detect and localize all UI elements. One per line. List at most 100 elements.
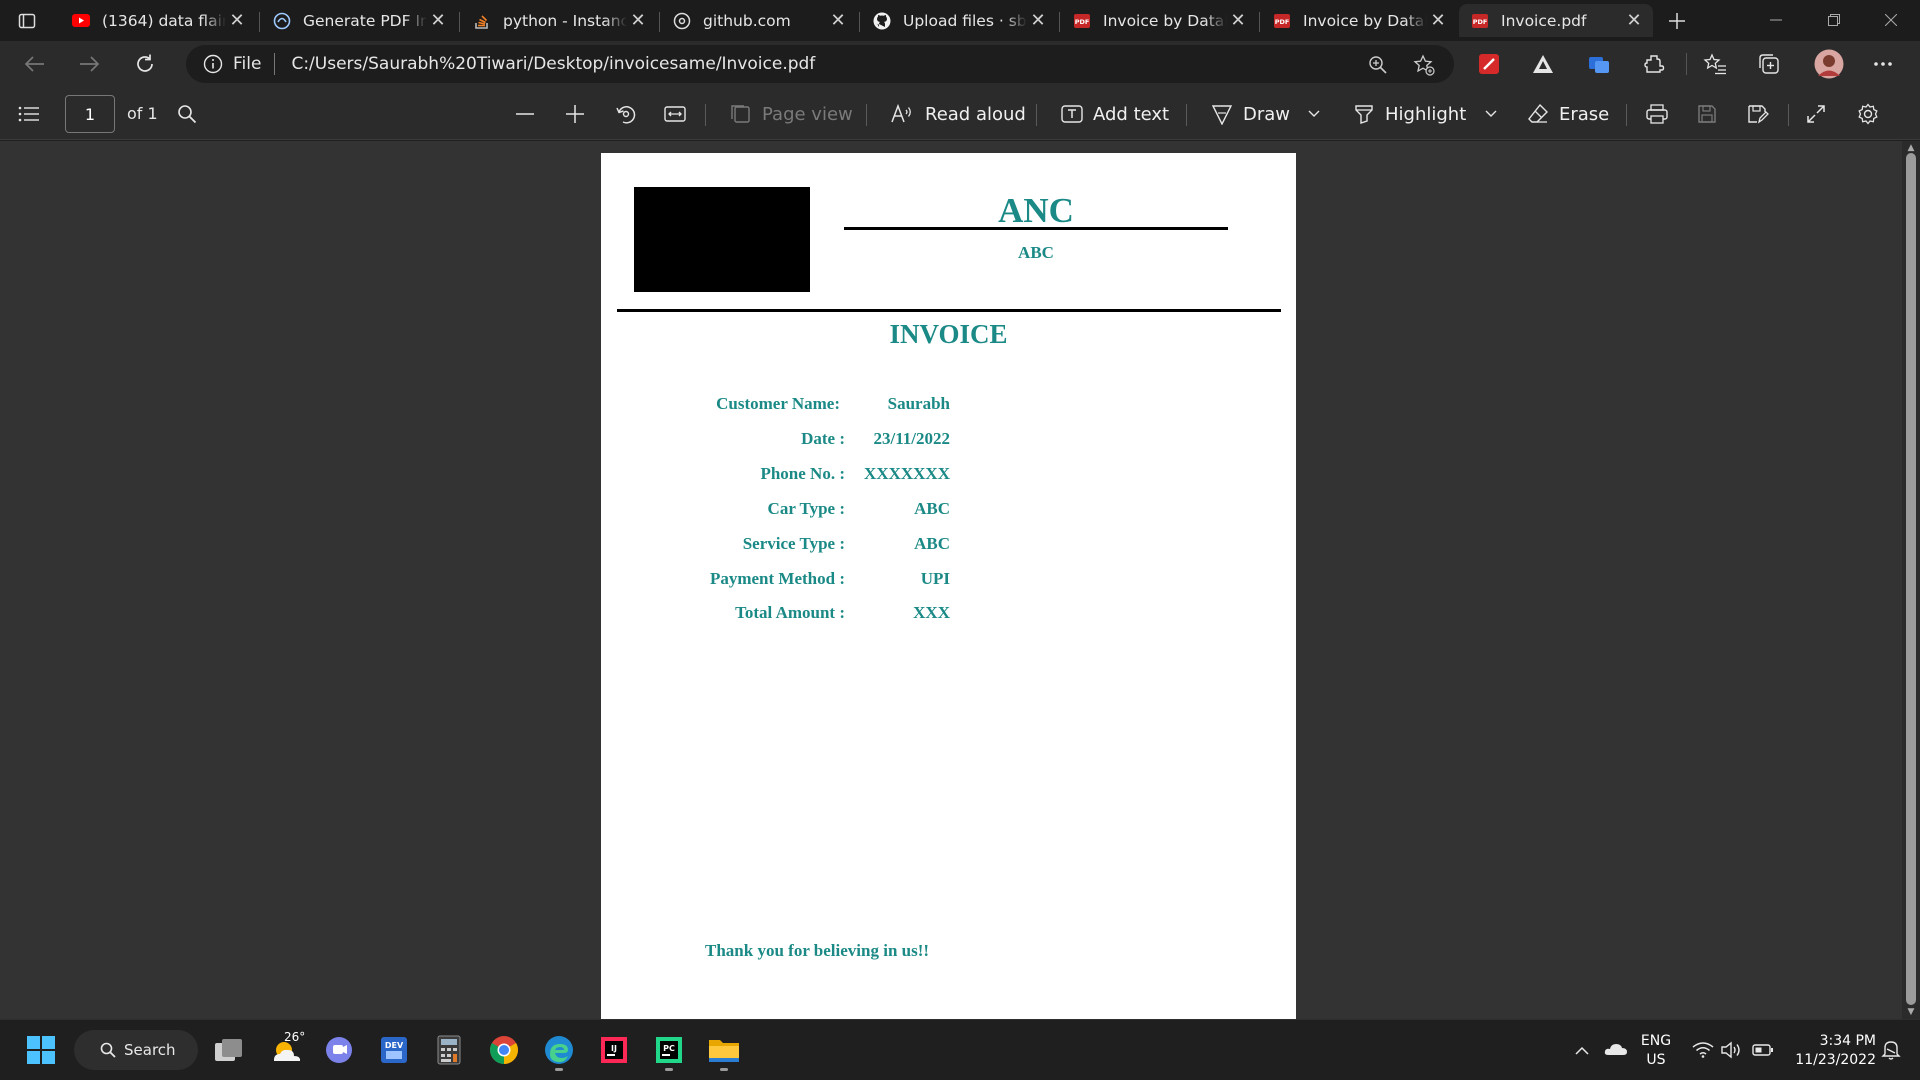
toolbar-divider xyxy=(1186,104,1187,126)
tab-7[interactable]: PDF Invoice by DataFlair ✕ xyxy=(1261,4,1457,37)
svg-text:PC: PC xyxy=(663,1044,675,1053)
intellij-idea-icon[interactable]: IJ xyxy=(593,1029,635,1071)
tab-6[interactable]: PDF Invoice by DataFlair ✕ xyxy=(1061,4,1257,37)
pdf-viewer-canvas[interactable]: ANC ABC INVOICE Customer Name: Saurabh D… xyxy=(0,141,1920,1019)
edge-browser-icon[interactable] xyxy=(538,1029,580,1071)
address-bar[interactable]: File C:/Users/Saurabh%20Tiwari/Desktop/i… xyxy=(186,45,1454,83)
windows-taskbar: Search 26° DEV IJ PC ENG US 3:34 PM 11/2… xyxy=(0,1019,1920,1080)
field-value: Saurabh xyxy=(887,394,950,413)
extension-blue-icon[interactable] xyxy=(1584,49,1614,79)
tab-title: Invoice by DataFlair xyxy=(1103,11,1227,30)
profile-avatar[interactable] xyxy=(1812,47,1846,81)
scroll-up-arrow-icon[interactable]: ▲ xyxy=(1906,143,1916,153)
table-of-contents-icon[interactable] xyxy=(18,98,40,130)
new-tab-icon[interactable] xyxy=(1662,6,1692,36)
close-tab-icon[interactable]: ✕ xyxy=(427,10,449,32)
close-tab-icon[interactable]: ✕ xyxy=(1227,10,1249,32)
clock-time: 3:34 PM xyxy=(1819,1033,1876,1049)
page-number-input[interactable]: 1 xyxy=(65,95,115,133)
close-tab-icon[interactable]: ✕ xyxy=(627,10,649,32)
teams-chat-icon[interactable] xyxy=(318,1029,360,1071)
favorites-icon[interactable] xyxy=(1700,49,1730,79)
close-tab-icon[interactable]: ✕ xyxy=(226,10,248,32)
toolbar-divider xyxy=(1686,53,1687,75)
tab-3[interactable]: python - Instance ✕ xyxy=(461,4,657,37)
close-tab-icon[interactable]: ✕ xyxy=(1427,10,1449,32)
back-arrow-icon[interactable] xyxy=(18,49,52,79)
tab-8-active[interactable]: PDF Invoice.pdf ✕ xyxy=(1459,4,1653,37)
add-text-button[interactable]: Add text xyxy=(1061,98,1169,130)
show-hidden-icons-chevron-up-icon[interactable] xyxy=(1572,1040,1592,1060)
running-indicator xyxy=(665,1068,673,1071)
zoom-in-icon[interactable] xyxy=(565,98,585,130)
address-divider xyxy=(274,53,276,75)
close-tab-icon[interactable]: ✕ xyxy=(1623,10,1645,32)
minimize-icon[interactable] xyxy=(1747,0,1805,40)
tab-title: (1364) data flair tutorial xyxy=(102,11,226,30)
extension-triangle-icon[interactable] xyxy=(1528,49,1558,79)
file-explorer-folder-icon[interactable] xyxy=(703,1029,745,1071)
zoom-out-icon[interactable] xyxy=(515,98,535,130)
rotate-icon[interactable] xyxy=(615,98,637,130)
tab-actions-icon[interactable] xyxy=(14,8,40,34)
scrollbar-thumb[interactable] xyxy=(1906,153,1916,1005)
draw-button[interactable]: Draw xyxy=(1211,98,1290,130)
url-text[interactable]: C:/Users/Saurabh%20Tiwari/Desktop/invoic… xyxy=(291,54,815,74)
close-tab-icon[interactable]: ✕ xyxy=(827,10,849,32)
more-options-icon[interactable] xyxy=(1868,49,1898,79)
task-view-icon[interactable] xyxy=(208,1029,250,1071)
taskbar-search-box[interactable]: Search xyxy=(74,1030,198,1070)
save-as-icon[interactable] xyxy=(1747,98,1769,130)
page-view-button[interactable]: Page view xyxy=(730,98,853,130)
volume-speaker-icon[interactable] xyxy=(1720,1039,1744,1061)
read-aloud-button[interactable]: Read aloud xyxy=(891,98,1026,130)
onedrive-cloud-icon[interactable] xyxy=(1602,1038,1630,1060)
draw-options-chevron-down-icon[interactable] xyxy=(1308,98,1320,130)
wifi-icon[interactable] xyxy=(1691,1039,1715,1061)
find-search-icon[interactable] xyxy=(177,98,197,130)
fit-to-width-icon[interactable] xyxy=(664,98,686,130)
read-aloud-label: Read aloud xyxy=(925,103,1026,125)
restore-icon[interactable] xyxy=(1805,0,1863,40)
collections-icon[interactable] xyxy=(1754,49,1784,79)
tab-1[interactable]: (1364) data flair tutorial ✕ xyxy=(60,4,256,37)
tab-4[interactable]: github.com ✕ xyxy=(661,4,857,37)
scroll-down-arrow-icon[interactable]: ▼ xyxy=(1906,1007,1916,1017)
input-language[interactable]: ENG US xyxy=(1638,1032,1674,1070)
toolbar-divider xyxy=(866,104,867,126)
erase-button[interactable]: Erase xyxy=(1527,98,1609,130)
pycharm-icon[interactable]: PC xyxy=(648,1029,690,1071)
invoice-title: INVOICE xyxy=(889,319,1008,349)
pdf-icon: PDF xyxy=(1273,12,1291,30)
notification-bell-icon[interactable] xyxy=(1878,1038,1904,1062)
forward-arrow-icon[interactable] xyxy=(72,49,106,79)
add-favorite-icon[interactable] xyxy=(1412,53,1436,77)
system-clock[interactable]: 3:34 PM 11/23/2022 xyxy=(1784,1032,1876,1070)
extension-red-icon[interactable] xyxy=(1474,49,1504,79)
thank-you-note: Thank you for believing in us!! xyxy=(705,941,930,960)
extensions-icon[interactable] xyxy=(1639,49,1669,79)
fullscreen-expand-icon[interactable] xyxy=(1806,98,1826,130)
weather-widget[interactable]: 26° xyxy=(270,1030,310,1070)
invoice-field-row: Customer Name: Saurabh xyxy=(601,394,1296,416)
refresh-icon[interactable] xyxy=(128,49,162,79)
field-label: Service Type : xyxy=(742,534,845,553)
highlight-options-chevron-down-icon[interactable] xyxy=(1485,98,1497,130)
settings-gear-icon[interactable] xyxy=(1857,98,1879,130)
tab-2[interactable]: Generate PDF Invoice ✕ xyxy=(261,4,457,37)
battery-icon[interactable] xyxy=(1750,1039,1776,1061)
chrome-icon[interactable] xyxy=(483,1029,525,1071)
highlight-button[interactable]: Highlight xyxy=(1353,98,1466,130)
zoom-icon[interactable] xyxy=(1366,53,1390,77)
save-icon[interactable] xyxy=(1697,98,1717,130)
print-icon[interactable] xyxy=(1646,98,1668,130)
close-tab-icon[interactable]: ✕ xyxy=(1027,10,1049,32)
dev-app-icon[interactable]: DEV xyxy=(373,1029,415,1071)
svg-text:DEV: DEV xyxy=(385,1041,404,1050)
vertical-scrollbar[interactable]: ▲ ▼ xyxy=(1902,141,1920,1019)
tab-5[interactable]: Upload files · sbt5 ✕ xyxy=(861,4,1057,37)
close-window-icon[interactable] xyxy=(1862,0,1920,40)
site-info-icon[interactable] xyxy=(202,53,224,75)
windows-start-icon[interactable] xyxy=(20,1029,62,1071)
calculator-icon[interactable] xyxy=(428,1029,470,1071)
